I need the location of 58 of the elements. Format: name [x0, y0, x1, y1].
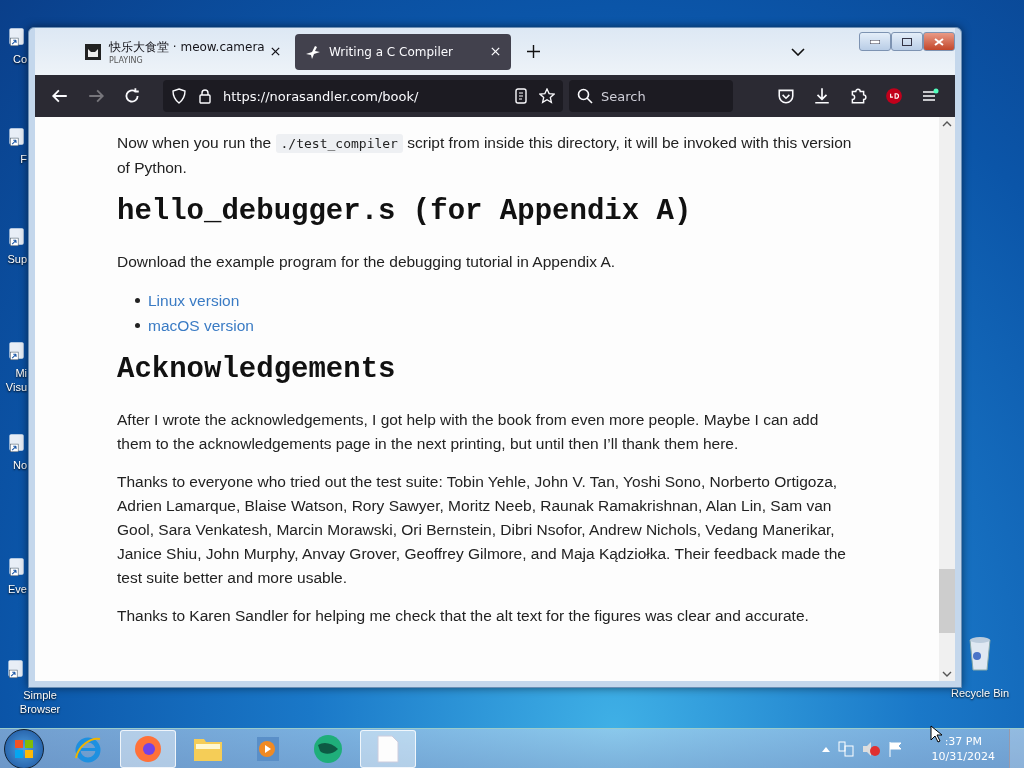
shield-icon: [171, 88, 187, 104]
section-heading: Acknowledgements: [117, 352, 397, 388]
paragraph: After I wrote the acknowledgements, I got help with the book from even more people. Maybe I can add them to the acknowledgements page in the next printing, but until then I’ll thank them here.: [117, 410, 820, 454]
desktop-icon-label: Recycle Bin: [950, 686, 1010, 700]
taskbar-button[interactable]: [120, 729, 176, 768]
url-text: https://norasandler.com/book/: [223, 88, 420, 104]
star-icon[interactable]: [539, 88, 555, 104]
document-icon: [377, 734, 399, 763]
section-heading: hello_debugger.s (for Appendix A): [117, 194, 693, 230]
browser-tab[interactable]: 快乐大食堂 · meow.camera PLAYING: [75, 33, 291, 70]
address-bar[interactable]: https://norasandler.com/book/: [163, 80, 563, 112]
bird-icon: [305, 43, 321, 60]
mouse-cursor-icon: [930, 725, 942, 743]
download-link[interactable]: Linux version: [148, 288, 240, 313]
scrollbar[interactable]: [939, 117, 955, 681]
clock-date: 10/31/2024: [931, 748, 995, 764]
browser-tab[interactable]: Writing a C Compiler: [295, 33, 511, 70]
close-icon: [934, 37, 944, 46]
paragraph: Download the example program for the debugging tutorial in Appendix A.: [117, 252, 617, 272]
close-button[interactable]: [923, 32, 955, 51]
paragraph: Thanks to everyone who tried out the test suite: Tobin Yehle, John V. Tan, Yoshi Sono, Norberto Ortigoza, Adrien Lamarque, Blaise Watson, Rory Sawyer, Moritz Neeb, Raunak Ramakrishnan, Alan Lin, Sam van Gool, Sara Venkatesh, Marcin Morawski, Ori Bernstein, Dibri Nsofor, Andrew Nichols, Vedang Manerikar, Janice Shiu, John Murphy, Anvay Grover, Geoffrey Gilmore, and Maja Kądziołka. Their feedback made the test suite better and more usable.: [117, 472, 847, 588]
cat-icon: [85, 43, 101, 60]
close-icon[interactable]: [270, 46, 281, 57]
flag-icon[interactable]: [887, 740, 904, 757]
globe-icon: [312, 732, 344, 765]
desktop-icon-label: Simple Browser: [19, 688, 61, 716]
desktop-icon-label: Co: [12, 52, 27, 66]
search-field[interactable]: Search: [569, 80, 733, 112]
muted-speaker-icon[interactable]: [861, 740, 880, 757]
desktop-icon-label: No: [12, 458, 27, 472]
windows-logo-icon: [15, 739, 33, 758]
paragraph: Thanks to Karen Sandler for helping me check that the alt text for the figures was clear and accurate.: [117, 606, 810, 626]
new-tab-icon[interactable]: [527, 45, 540, 58]
desktop-icon-label: F: [20, 152, 27, 166]
bullet-icon: [135, 323, 140, 328]
scrollbar-thumb[interactable]: [939, 569, 955, 633]
play-icon: [255, 734, 281, 763]
lock-icon: [197, 88, 213, 104]
tab-list-icon[interactable]: [791, 47, 805, 56]
paragraph: Now when you run the ./test_compiler script from inside this directory, it will be invoked with this version of Python.: [117, 133, 853, 178]
start-button[interactable]: [4, 728, 44, 768]
reader-view-icon[interactable]: [513, 88, 529, 104]
download-link[interactable]: macOS version: [148, 313, 254, 338]
firefox-icon: [133, 733, 163, 764]
tab-title: 快乐大食堂 · meow.camera: [109, 38, 262, 56]
search-icon: [577, 88, 593, 104]
desktop-icon-label: Eve: [8, 582, 27, 596]
tab-status: PLAYING: [109, 55, 144, 65]
desktop-icon-label: Mi Visu: [5, 366, 27, 394]
maximize-icon: [902, 37, 912, 46]
scroll-up-icon[interactable]: [942, 121, 952, 127]
minimize-icon: [870, 39, 880, 44]
scroll-down-icon[interactable]: [942, 671, 952, 677]
tab-title: Writing a C Compiler: [329, 44, 455, 59]
clock-time: :37 PM: [944, 733, 982, 749]
maximize-button[interactable]: [891, 32, 923, 51]
desktop-icon-label: Sup: [7, 252, 27, 266]
bullet-icon: [135, 298, 140, 303]
